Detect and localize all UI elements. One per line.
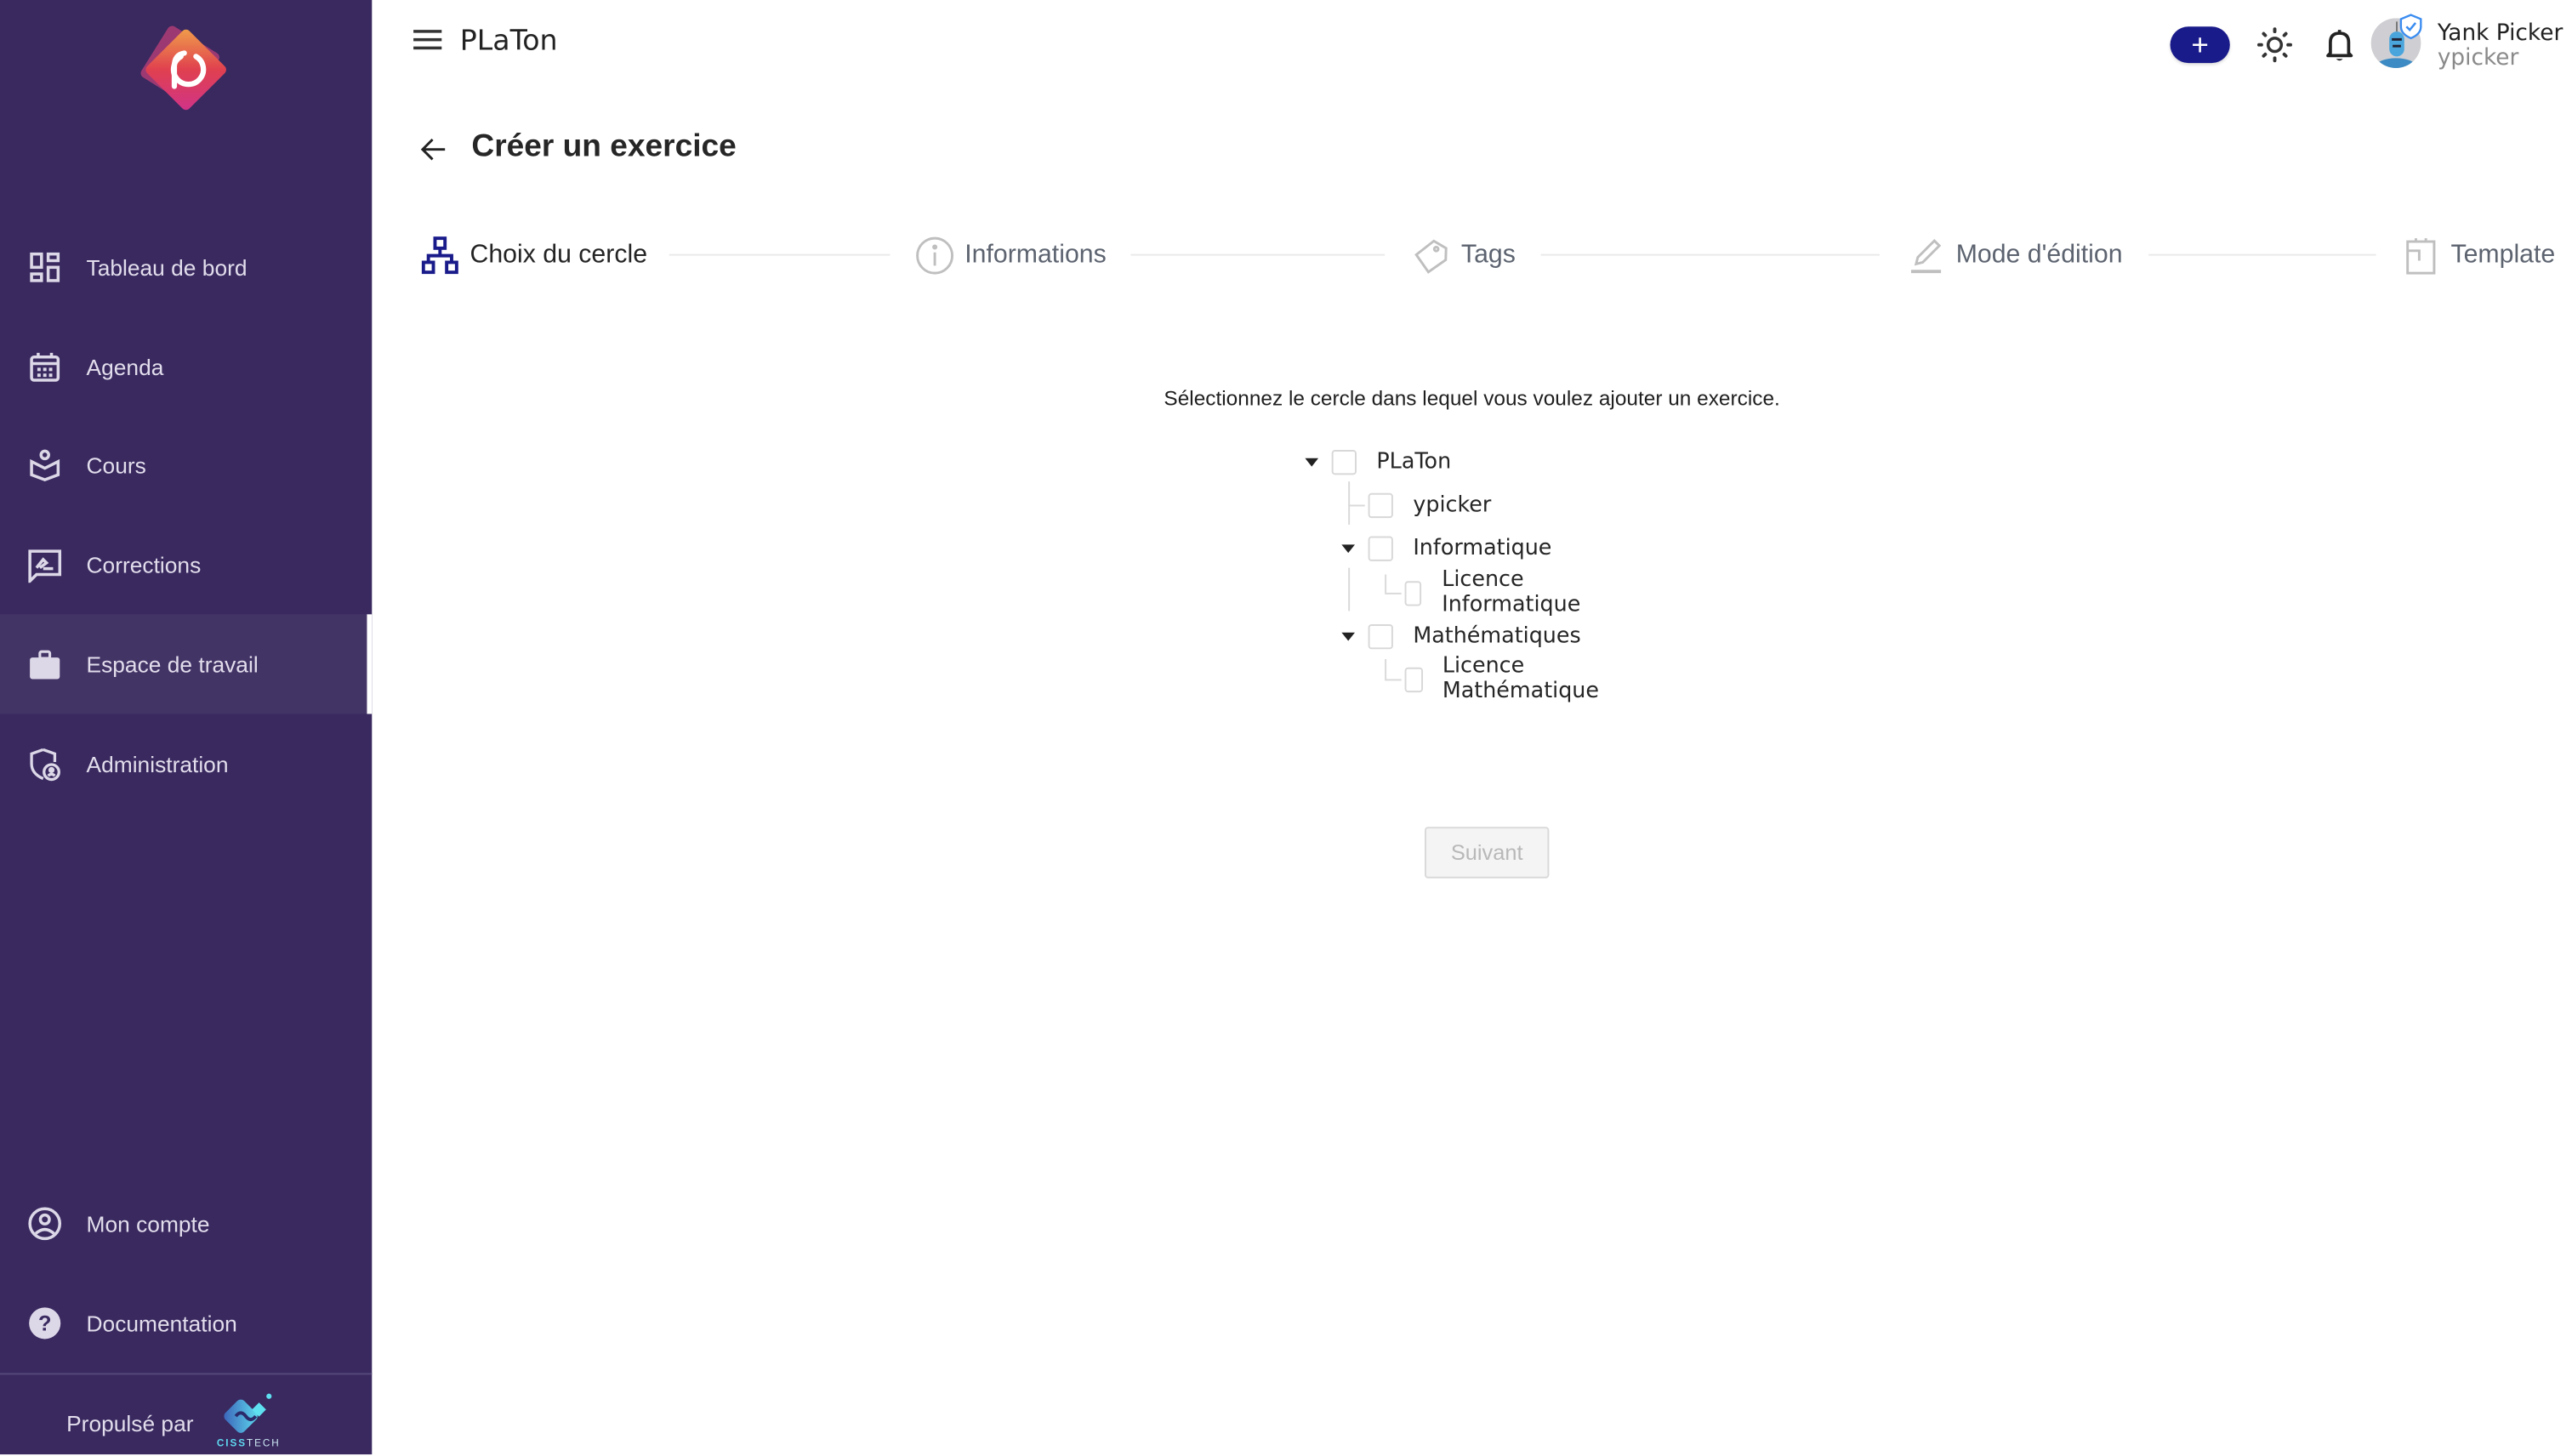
theme-toggle-sun-icon[interactable] [2256, 26, 2293, 63]
step-choix-du-cercle[interactable]: Choix du cercle [420, 234, 647, 277]
caret-down-icon[interactable] [1341, 544, 1355, 554]
powered-by-label: Propulsé par [66, 1410, 194, 1436]
briefcase-icon [26, 646, 63, 682]
tree-connector [1348, 567, 1351, 611]
tree-node-label[interactable]: Licence Mathématique [1442, 654, 1607, 704]
step-informations[interactable]: Informations [915, 234, 1107, 277]
step-mode-edition[interactable]: Mode d'édition [1906, 234, 2123, 277]
plus-icon: + [2191, 28, 2209, 62]
tag-icon [1411, 236, 1451, 276]
calendar-icon [26, 349, 63, 385]
step-label: Template [2450, 241, 2556, 270]
caret-down-icon[interactable] [1341, 632, 1355, 641]
sidebar-divider [0, 1373, 373, 1375]
next-button-label: Suivant [1450, 839, 1523, 866]
tree-checkbox[interactable] [1368, 492, 1393, 518]
menu-icon[interactable] [412, 26, 445, 53]
instruction-text: Sélectionnez le cercle dans lequel vous … [1164, 386, 1780, 411]
sidebar-item-account[interactable]: Mon compte [0, 1174, 372, 1273]
tree-checkbox[interactable] [1404, 580, 1422, 606]
sidebar-item-administration[interactable]: Administration [0, 714, 372, 813]
sidebar-item-label: Mon compte [86, 1211, 210, 1237]
top-header: PLaTon + Yank Picker ypicker [372, 0, 2572, 87]
sidebar-item-cours[interactable]: Cours [0, 415, 372, 515]
tree-node-platon: PLaTon [1305, 443, 1451, 480]
add-button[interactable]: + [2170, 26, 2230, 64]
corrections-icon [26, 546, 63, 583]
step-connector [1130, 253, 1386, 256]
tree-connector [1385, 574, 1387, 593]
account-icon [26, 1205, 63, 1242]
clipboard-icon [2401, 236, 2441, 276]
sidebar-item-label: Cours [86, 452, 146, 478]
step-connector [669, 253, 891, 256]
tree-checkbox[interactable] [1404, 666, 1423, 692]
tree-node-mathematiques: Mathématiques [1341, 617, 1581, 654]
platon-logo[interactable] [129, 20, 239, 122]
step-template[interactable]: Template [2401, 234, 2555, 277]
course-book-icon [26, 446, 63, 483]
tree-checkbox[interactable] [1368, 623, 1393, 649]
sidebar-item-dashboard[interactable]: Tableau de bord [0, 218, 372, 317]
sidebar-item-label: Corrections [86, 552, 202, 577]
hierarchy-icon [420, 236, 460, 276]
help-icon: ? [26, 1305, 63, 1341]
user-login: ypicker [2437, 44, 2519, 71]
tree-connector [1348, 504, 1365, 507]
step-label: Choix du cercle [469, 241, 648, 270]
step-label: Tags [1460, 241, 1516, 270]
sidebar-item-label: Agenda [86, 354, 164, 380]
tree-node-label[interactable]: ypicker [1413, 492, 1491, 517]
tree-node-ypicker: ypicker [1368, 486, 1491, 523]
tree-checkbox[interactable] [1331, 449, 1357, 475]
tree-node-licence-informatique: Licence Informatique [1404, 568, 1589, 617]
step-label: Mode d'édition [1955, 241, 2123, 270]
tree-node-informatique: Informatique [1341, 530, 1551, 566]
sidebar: Tableau de bord Agenda Cours Corrections [0, 0, 373, 1456]
step-connector [2148, 253, 2376, 256]
sidebar-item-documentation[interactable]: ? Documentation [0, 1273, 372, 1373]
tree-connector [1348, 481, 1351, 525]
tree-node-label[interactable]: Informatique [1413, 536, 1551, 560]
next-button[interactable]: Suivant [1424, 827, 1550, 879]
notifications-bell-icon[interactable] [2323, 26, 2356, 63]
edit-icon [1906, 236, 1946, 276]
cisstech-wordmark: CISSTECH [216, 1439, 281, 1450]
tree-node-label[interactable]: PLaTon [1376, 449, 1451, 474]
user-name: Yank Picker [2437, 20, 2563, 47]
tree-connector [1385, 659, 1387, 680]
powered-by: Propulsé par CISSTECH [66, 1390, 283, 1456]
sidebar-item-label: Espace de travail [86, 651, 259, 677]
caret-down-icon[interactable] [1305, 458, 1319, 467]
step-tags[interactable]: Tags [1411, 234, 1516, 277]
tree-node-label[interactable]: Licence Informatique [1442, 568, 1588, 618]
sidebar-item-corrections[interactable]: Corrections [0, 515, 372, 614]
tree-checkbox[interactable] [1368, 535, 1393, 560]
sidebar-item-label: Administration [86, 751, 229, 776]
step-label: Informations [964, 241, 1107, 270]
dashboard-icon [26, 249, 63, 286]
sidebar-item-label: Tableau de bord [86, 254, 248, 280]
step-connector [1540, 253, 1880, 256]
page-title: Créer un exercice [471, 129, 737, 165]
verified-shield-icon [2399, 14, 2422, 40]
admin-shield-icon [26, 746, 63, 782]
info-icon [915, 236, 955, 276]
sidebar-item-label: Documentation [86, 1311, 237, 1336]
sidebar-item-workspace[interactable]: Espace de travail [0, 614, 373, 714]
tree-node-label[interactable]: Mathématiques [1413, 623, 1580, 648]
tree-node-licence-mathematique: Licence Mathématique [1404, 654, 1607, 704]
tree-connector [1385, 679, 1402, 681]
back-arrow-icon[interactable] [418, 134, 448, 164]
cisstech-logo[interactable]: CISSTECH [217, 1390, 283, 1456]
app-title: PLaTon [459, 25, 558, 59]
svg-text:?: ? [38, 1312, 51, 1336]
tree-connector [1385, 592, 1402, 594]
